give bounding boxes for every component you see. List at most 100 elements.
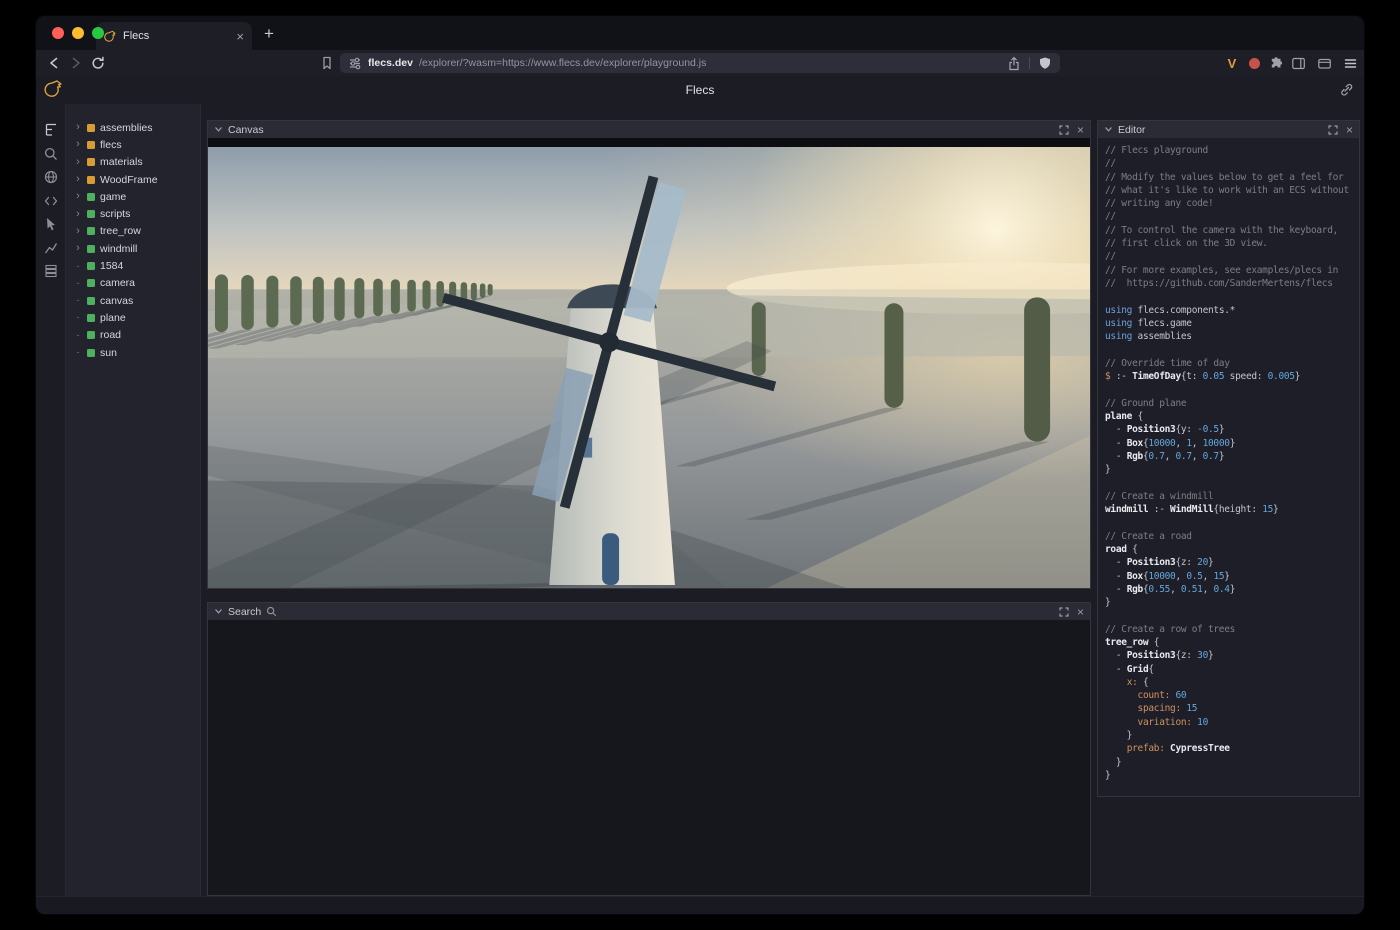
editor-code[interactable]: // Flecs playground//// Modify the value… [1098, 138, 1359, 796]
canvas-panel: Canvas × [207, 120, 1091, 589]
new-tab-button[interactable]: + [264, 25, 274, 42]
close-window-button[interactable] [52, 27, 64, 39]
stats-chart-icon[interactable] [43, 240, 59, 256]
collapse-chevron-icon[interactable] [1104, 126, 1113, 133]
extension-red-dot-icon[interactable] [1246, 55, 1262, 71]
code-line: windmill :- WindMill{height: 15} [1105, 503, 1359, 516]
entity-label: road [100, 329, 121, 341]
forward-button[interactable] [68, 55, 84, 71]
expand-chevron-icon[interactable]: › [74, 122, 82, 133]
code-line: } [1105, 463, 1359, 476]
expand-icon[interactable] [1059, 607, 1069, 617]
address-bar[interactable]: flecs.dev/explorer/?wasm=https://www.fle… [340, 53, 1060, 73]
tree-item-camera[interactable]: -camera [66, 275, 200, 292]
page-title: Flecs [36, 83, 1364, 97]
wallet-icon[interactable] [1316, 55, 1332, 71]
brave-shield-icon[interactable] [1038, 56, 1052, 71]
code-line: - Rgb{0.55, 0.51, 0.4} [1105, 583, 1359, 596]
search-icon[interactable] [43, 146, 59, 162]
entity-label: flecs [100, 139, 122, 151]
code-line: - Rgb{0.7, 0.7, 0.7} [1105, 450, 1359, 463]
code-line [1105, 609, 1359, 622]
entity-color-square [87, 158, 95, 166]
entity-color-square [87, 279, 95, 287]
tree-item-tree_row[interactable]: ›tree_row [66, 223, 200, 240]
close-icon[interactable]: × [1346, 124, 1353, 136]
tree-item-canvas[interactable]: -canvas [66, 292, 200, 309]
script-icon[interactable] [43, 193, 59, 209]
divider [1029, 57, 1030, 69]
code-line: - Box{10000, 1, 10000} [1105, 437, 1359, 450]
app-header: Flecs [36, 76, 1364, 104]
share-link-icon[interactable] [1339, 82, 1354, 102]
expand-chevron-icon[interactable]: › [74, 157, 82, 168]
close-icon[interactable]: × [1077, 606, 1084, 618]
tree-item-scripts[interactable]: ›scripts [66, 205, 200, 222]
code-line: prefab: CypressTree [1105, 742, 1359, 755]
tree-item-windmill[interactable]: ›windmill [66, 240, 200, 257]
entity-label: materials [100, 156, 143, 168]
bookmark-icon[interactable] [319, 55, 335, 71]
leaf-dash-icon: - [74, 331, 82, 340]
code-line: // https://github.com/SanderMertens/flec… [1105, 277, 1359, 290]
code-line: // what it's like to work with an ECS wi… [1105, 184, 1359, 197]
code-line: } [1105, 756, 1359, 769]
collapse-chevron-icon[interactable] [214, 126, 223, 133]
tree-item-sun[interactable]: - sun [66, 344, 200, 361]
world-icon[interactable] [43, 169, 59, 185]
browser-window: Flecs × + flecs.dev/explorer/?wasm=https… [36, 16, 1364, 914]
left-icon-rail [36, 104, 66, 896]
extensions-puzzle-icon[interactable] [1268, 55, 1284, 71]
entity-color-square [87, 314, 95, 322]
tree-item-materials[interactable]: › materials [66, 154, 200, 171]
entity-color-square [87, 124, 95, 132]
extension-v-icon[interactable]: V [1224, 55, 1240, 71]
tree-item-assemblies[interactable]: ›assemblies [66, 119, 200, 136]
collapse-chevron-icon[interactable] [214, 608, 223, 615]
expand-chevron-icon[interactable]: › [74, 243, 82, 254]
tree-item-road[interactable]: - road [66, 327, 200, 344]
expand-chevron-icon[interactable]: › [74, 174, 82, 185]
tree-item-flecs[interactable]: › flecs [66, 136, 200, 153]
browser-tab-flecs[interactable]: Flecs × [96, 22, 252, 50]
canvas-3d-scene[interactable] [208, 147, 1090, 588]
code-line: - Position3{y: -0.5} [1105, 423, 1359, 436]
expand-icon[interactable] [1059, 125, 1069, 135]
search-results-area[interactable] [208, 620, 1090, 895]
code-line: // Flecs playground [1105, 144, 1359, 157]
tree-item-1584[interactable]: -1584 [66, 257, 200, 274]
entity-color-square [87, 176, 95, 184]
code-line: // first click on the 3D view. [1105, 237, 1359, 250]
expand-chevron-icon[interactable]: › [74, 191, 82, 202]
minimize-window-button[interactable] [72, 27, 84, 39]
expand-chevron-icon[interactable]: › [74, 226, 82, 237]
tree-item-WoodFrame[interactable]: ›WoodFrame [66, 171, 200, 188]
code-line: variation: 10 [1105, 716, 1359, 729]
expand-chevron-icon[interactable]: › [74, 139, 82, 150]
code-line: road { [1105, 543, 1359, 556]
entity-color-square [87, 349, 95, 357]
entity-color-square [87, 331, 95, 339]
expand-icon[interactable] [1328, 125, 1338, 135]
share-icon[interactable] [1007, 56, 1021, 71]
tree-item-plane[interactable]: -plane [66, 309, 200, 326]
code-line: using assemblies [1105, 330, 1359, 343]
inspect-cursor-icon[interactable] [43, 216, 59, 232]
canvas-panel-header: Canvas × [208, 121, 1090, 138]
back-button[interactable] [46, 55, 62, 71]
site-settings-icon[interactable] [348, 56, 362, 70]
entity-label: sun [100, 347, 117, 359]
sidebar-toggle-icon[interactable] [1290, 55, 1306, 71]
code-line [1105, 383, 1359, 396]
entity-color-square [87, 141, 95, 149]
tab-close-icon[interactable]: × [236, 30, 244, 43]
reload-button[interactable] [90, 55, 106, 71]
tree-item-game[interactable]: ›game [66, 188, 200, 205]
close-icon[interactable]: × [1077, 124, 1084, 136]
leaf-dash-icon: - [74, 348, 82, 357]
expand-chevron-icon[interactable]: › [74, 209, 82, 220]
zoom-window-button[interactable] [92, 27, 104, 39]
menu-icon[interactable] [1342, 55, 1358, 71]
data-tables-icon[interactable] [43, 263, 59, 279]
entity-tree-icon[interactable] [43, 122, 59, 138]
